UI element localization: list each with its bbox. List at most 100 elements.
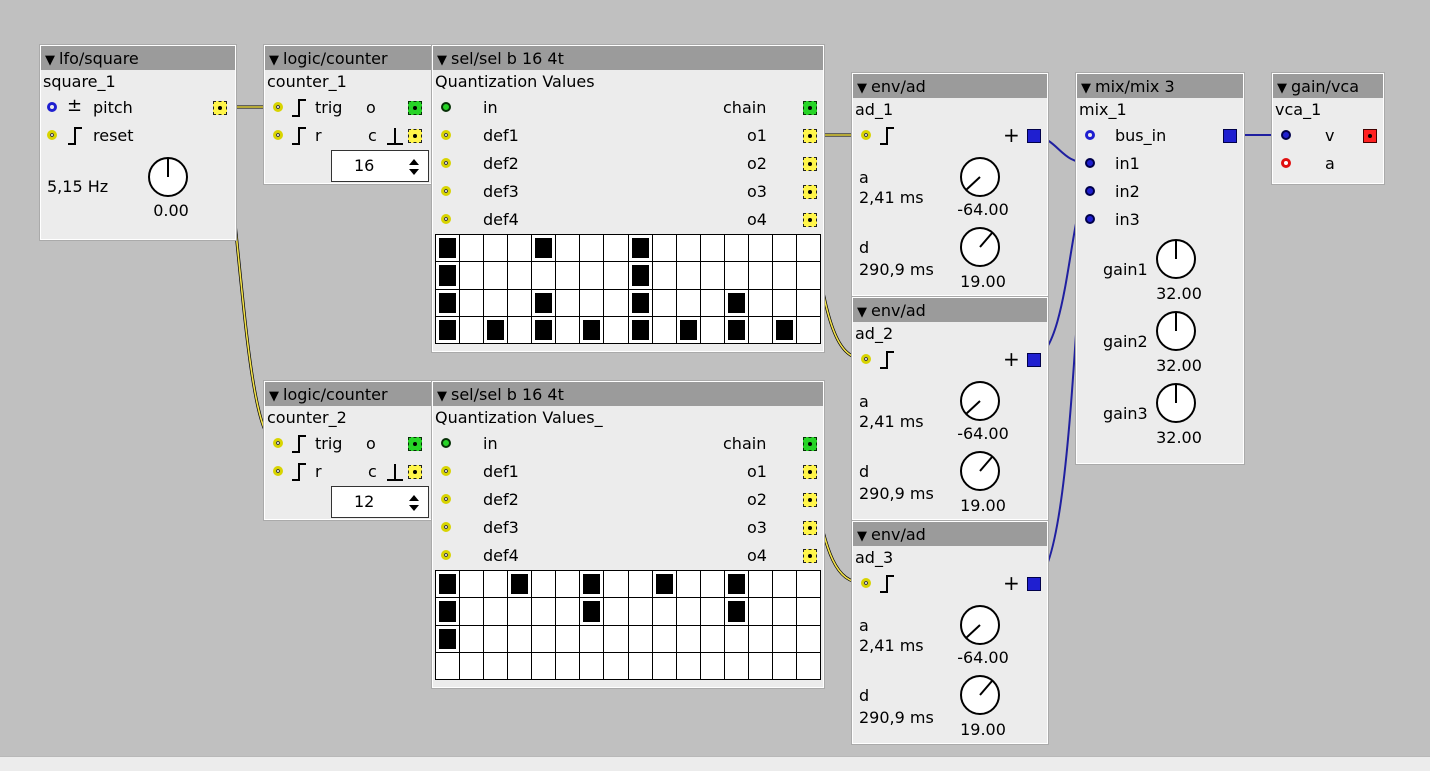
collapse-triangle-icon[interactable]: ▼ [857,305,867,320]
env-ad-2-object[interactable]: ▼ env/ad ad_2 + a 2,41 ms -64.00 d 290,9 … [852,297,1048,520]
step-cell[interactable] [532,625,556,652]
step-cell[interactable] [676,571,700,598]
step-cell[interactable] [724,289,748,316]
step-cell[interactable] [652,316,676,343]
object-header[interactable]: ▼ lfo/square [41,46,235,70]
step-cell[interactable] [748,571,772,598]
step-cell[interactable] [676,625,700,652]
step-cell[interactable] [772,652,796,679]
step-cell[interactable] [700,598,724,625]
in2-inlet[interactable] [1085,186,1095,196]
step-cell[interactable] [556,598,580,625]
step-cell[interactable] [628,235,652,262]
step-cell[interactable] [556,625,580,652]
step-cell[interactable] [604,235,628,262]
step-cell[interactable] [532,652,556,679]
step-cell[interactable] [652,262,676,289]
trig-inlet[interactable] [861,130,871,140]
step-cell[interactable] [604,571,628,598]
step-grid[interactable] [435,570,821,680]
step-cell[interactable] [532,571,556,598]
in3-inlet[interactable] [1085,214,1095,224]
def4-inlet[interactable] [441,550,451,560]
step-cell[interactable] [436,598,460,625]
collapse-triangle-icon[interactable]: ▼ [1081,81,1091,96]
step-cell[interactable] [460,652,484,679]
step-cell[interactable] [748,598,772,625]
reset-inlet[interactable] [47,130,57,140]
step-cell[interactable] [436,289,460,316]
r-inlet[interactable] [273,466,283,476]
step-cell[interactable] [700,625,724,652]
step-cell[interactable] [484,625,508,652]
step-cell[interactable] [580,652,604,679]
step-cell[interactable] [580,625,604,652]
step-cell[interactable] [772,289,796,316]
step-cell[interactable] [628,598,652,625]
max-count-spinner[interactable]: 12 [331,486,429,518]
o2-outlet[interactable] [803,493,817,507]
step-cell[interactable] [724,571,748,598]
step-cell[interactable] [436,262,460,289]
object-header[interactable]: ▼ logic/counter [265,382,431,406]
collapse-triangle-icon[interactable]: ▼ [857,81,867,96]
mix-object[interactable]: ▼ mix/mix 3 mix_1 bus_in in1 in2 in3 gain… [1076,73,1244,464]
counter-1-object[interactable]: ▼ logic/counter counter_1 trig o r c 16 [264,45,432,184]
step-cell[interactable] [484,289,508,316]
def2-inlet[interactable] [441,494,451,504]
step-cell[interactable] [508,235,532,262]
v-inlet[interactable] [1281,130,1291,140]
step-cell[interactable] [508,598,532,625]
step-cell[interactable] [700,316,724,343]
step-cell[interactable] [676,289,700,316]
step-cell[interactable] [700,235,724,262]
object-header[interactable]: ▼ env/ad [853,522,1047,546]
step-cell[interactable] [580,571,604,598]
step-cell[interactable] [436,235,460,262]
step-cell[interactable] [652,289,676,316]
step-cell[interactable] [796,235,820,262]
lfo-square-object[interactable]: ▼ lfo/square square_1 ± pitch reset 5,15 … [40,45,236,240]
object-header[interactable]: ▼ logic/counter [265,46,431,70]
step-cell[interactable] [532,316,556,343]
collapse-triangle-icon[interactable]: ▼ [45,53,55,68]
step-cell[interactable] [604,316,628,343]
object-header[interactable]: ▼ sel/sel b 16 4t [433,46,823,70]
collapse-triangle-icon[interactable]: ▼ [437,53,447,68]
step-cell[interactable] [556,571,580,598]
step-cell[interactable] [676,316,700,343]
attack-knob[interactable] [959,156,1001,198]
step-cell[interactable] [652,571,676,598]
chain-outlet[interactable] [803,101,817,115]
trig-inlet[interactable] [861,578,871,588]
step-cell[interactable] [652,235,676,262]
step-cell[interactable] [604,598,628,625]
step-cell[interactable] [460,571,484,598]
step-cell[interactable] [628,571,652,598]
in-inlet[interactable] [441,438,451,448]
step-cell[interactable] [628,262,652,289]
step-cell[interactable] [508,289,532,316]
step-cell[interactable] [724,316,748,343]
step-cell[interactable] [772,235,796,262]
max-count-spinner[interactable]: 16 [331,150,429,182]
def3-inlet[interactable] [441,186,451,196]
step-cell[interactable] [748,262,772,289]
vca-object[interactable]: ▼ gain/vca vca_1 v a [1272,73,1384,184]
step-cell[interactable] [484,571,508,598]
step-cell[interactable] [652,625,676,652]
step-cell[interactable] [484,235,508,262]
step-cell[interactable] [532,235,556,262]
envelope-outlet[interactable] [1027,129,1041,143]
step-cell[interactable] [724,652,748,679]
step-cell[interactable] [508,571,532,598]
step-cell[interactable] [724,625,748,652]
step-cell[interactable] [508,262,532,289]
decay-knob[interactable] [959,226,1001,268]
step-cell[interactable] [724,598,748,625]
collapse-triangle-icon[interactable]: ▼ [437,389,447,404]
sel-2-object[interactable]: ▼ sel/sel b 16 4t Quantization Values_ in… [432,381,824,688]
step-cell[interactable] [652,598,676,625]
step-cell[interactable] [460,262,484,289]
collapse-triangle-icon[interactable]: ▼ [1277,81,1287,96]
